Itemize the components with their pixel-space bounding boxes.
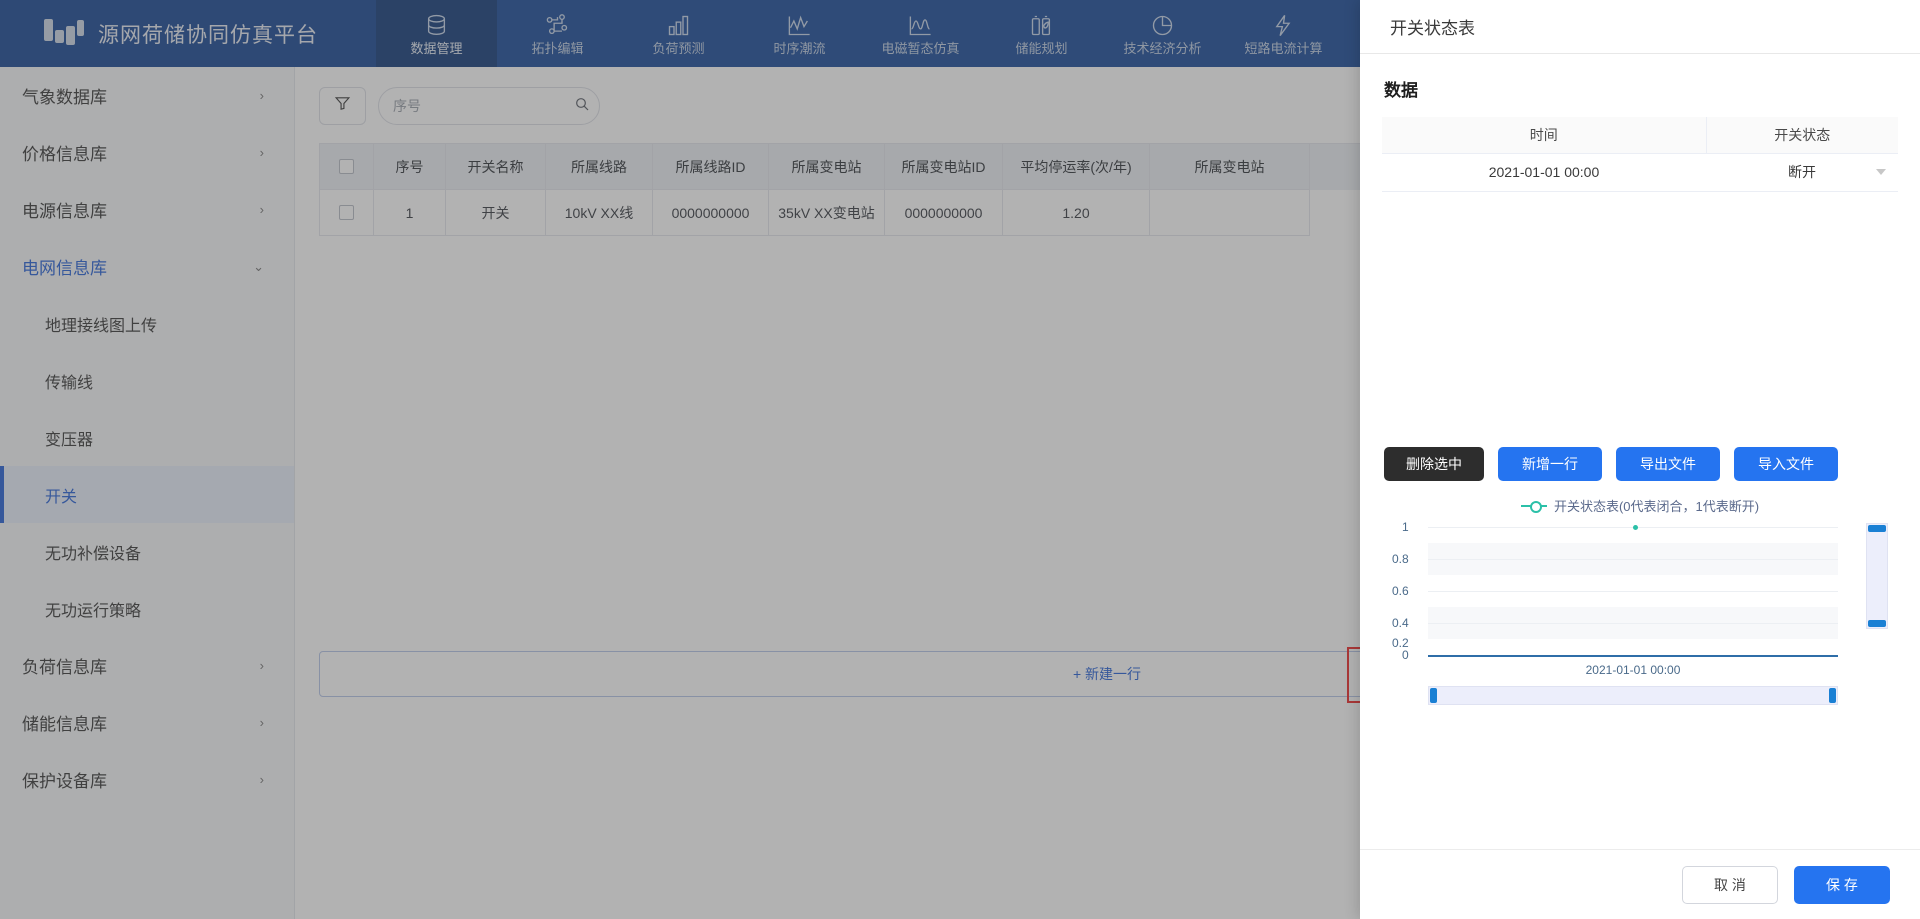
chart-x-axis <box>1428 654 1838 657</box>
chart-x-tick: 2021-01-01 00:00 <box>1585 662 1681 677</box>
chart-y-tick: 1 <box>1402 519 1409 534</box>
chart-y-tick: 0 <box>1402 647 1409 662</box>
drawer-title: 开关状态表 <box>1360 0 1920 54</box>
drawer-cell-time[interactable]: 2021-01-01 00:00 <box>1382 153 1706 192</box>
chart-gridline <box>1428 558 1838 560</box>
chart-vertical-scrollbar[interactable] <box>1866 522 1888 629</box>
legend-marker-icon <box>1520 500 1547 513</box>
drawer-cell-status[interactable]: 断开 <box>1706 153 1898 192</box>
drawer-action-buttons: 删除选中 新增一行 导出文件 导入文件 <box>1382 446 1898 481</box>
drawer-column-status: 开关状态 <box>1706 117 1898 154</box>
add-row-button[interactable]: 新增一行 <box>1498 446 1602 481</box>
drawer-section-title: 数据 <box>1384 81 1418 100</box>
chart-y-tick: 0.6 <box>1392 583 1409 598</box>
chart-gridline <box>1428 590 1838 592</box>
chart-horizontal-scrollbar[interactable] <box>1428 685 1838 705</box>
drawer-table-row[interactable]: 2021-01-01 00:00 断开 <box>1382 153 1898 192</box>
drawer-column-time: 时间 <box>1382 117 1707 154</box>
import-file-button[interactable]: 导入文件 <box>1734 446 1838 481</box>
chart-y-tick: 0.4 <box>1392 615 1409 630</box>
switch-state-chart: 开关状态表(0代表闭合，1代表断开) 1 0.8 0.6 0.4 0.2 0 2… <box>1382 495 1898 705</box>
scroll-handle-left[interactable] <box>1430 687 1437 703</box>
scroll-handle-right[interactable] <box>1829 687 1836 703</box>
export-file-button[interactable]: 导出文件 <box>1616 446 1720 481</box>
delete-selected-button[interactable]: 删除选中 <box>1384 446 1484 481</box>
chart-y-tick: 0.8 <box>1392 551 1409 566</box>
scroll-handle-bottom[interactable] <box>1868 619 1886 627</box>
scroll-handle-top[interactable] <box>1868 524 1886 532</box>
switch-state-drawer: 开关状态表 数据 时间 开关状态 2021-01-01 00:00 断开 删除选… <box>1360 0 1920 919</box>
save-button[interactable]: 保 存 <box>1794 865 1890 904</box>
drawer-status-value: 断开 <box>1788 164 1816 180</box>
drawer-footer: 取 消 保 存 <box>1360 849 1920 919</box>
legend-label: 开关状态表(0代表闭合，1代表断开) <box>1553 499 1760 514</box>
chart-plot-area: 1 0.8 0.6 0.4 0.2 0 2021-01-01 00:00 <box>1382 517 1898 705</box>
drawer-body: 数据 时间 开关状态 2021-01-01 00:00 断开 删除选中 新增一行… <box>1360 54 1920 849</box>
app-root: 源网荷储协同仿真平台 数据管理 拓扑编辑 负荷预测 时序潮流 电磁暂态仿真 储能… <box>0 0 1920 919</box>
chart-legend[interactable]: 开关状态表(0代表闭合，1代表断开) <box>1382 495 1898 517</box>
drawer-table-header-row: 时间 开关状态 <box>1382 117 1898 154</box>
drawer-data-table: 时间 开关状态 2021-01-01 00:00 断开 <box>1382 117 1898 192</box>
chevron-down-icon[interactable] <box>1876 169 1886 175</box>
cancel-button[interactable]: 取 消 <box>1682 865 1778 904</box>
chart-data-point <box>1633 524 1638 530</box>
chart-gridline <box>1428 622 1838 624</box>
